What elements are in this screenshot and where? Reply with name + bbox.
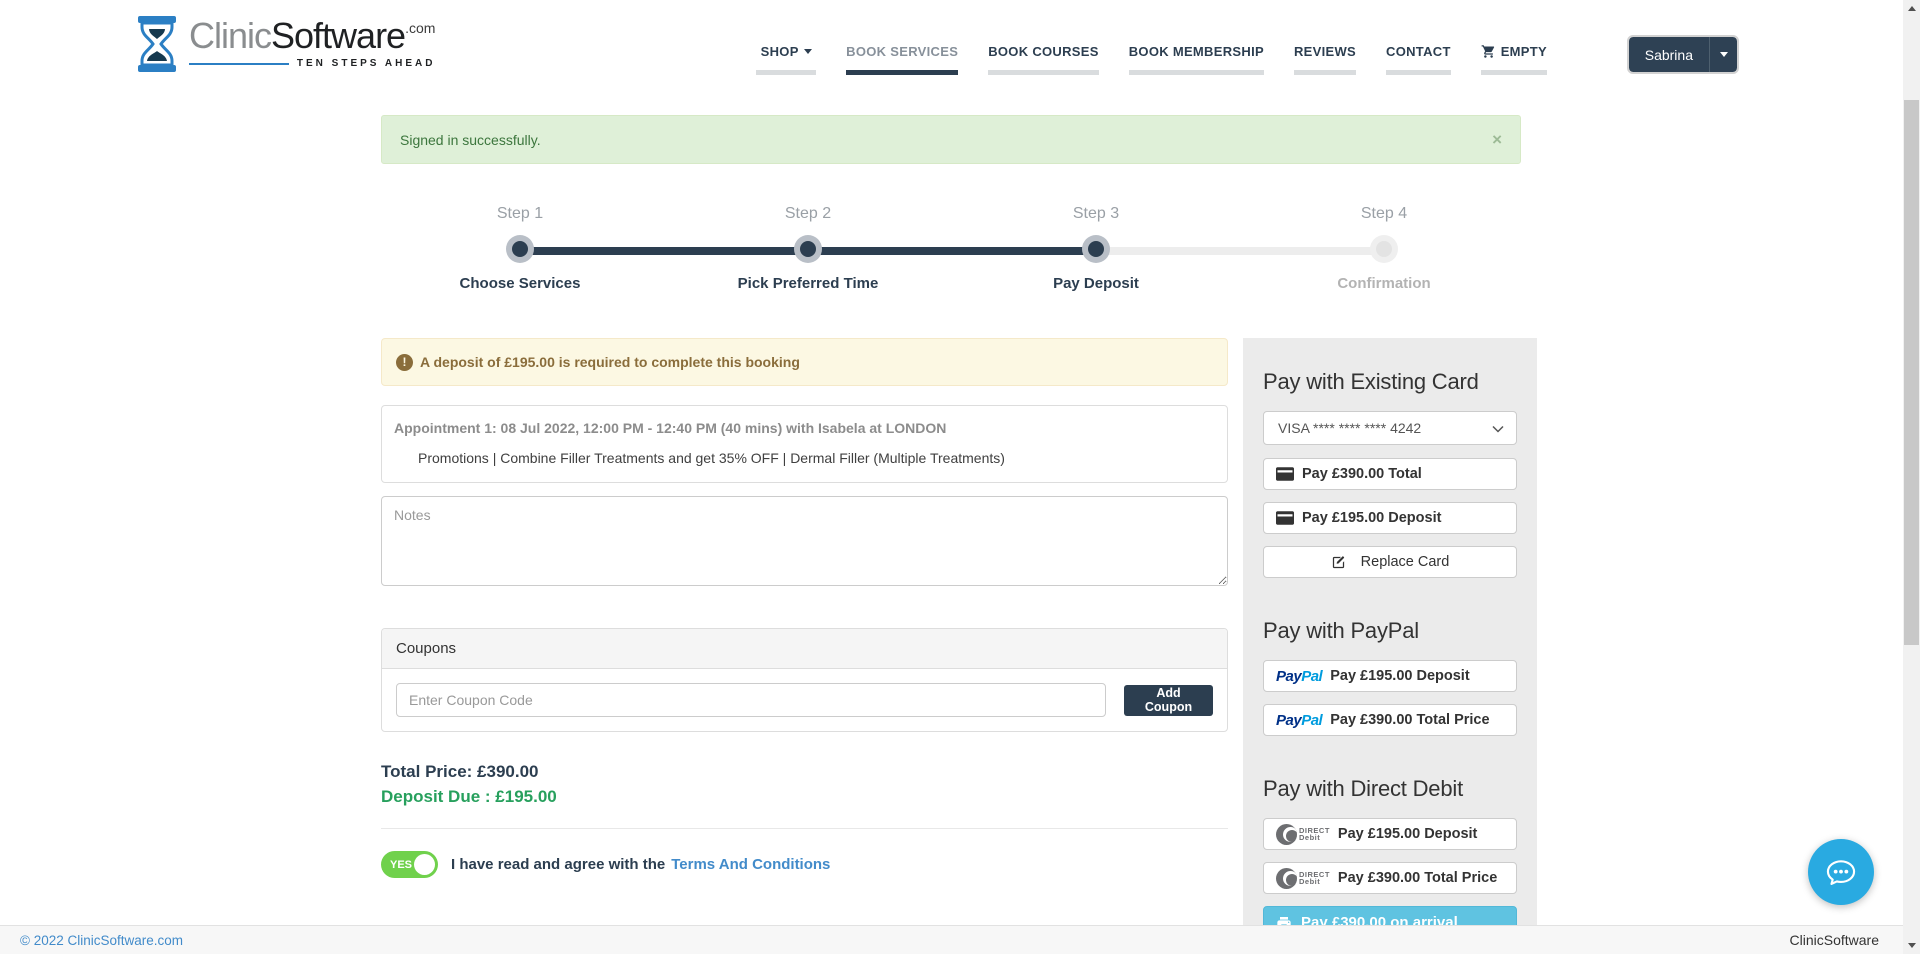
terms-toggle[interactable]: YES [381,851,438,878]
scroll-down-arrow[interactable] [1903,937,1920,954]
paypal-icon: PayPal [1276,712,1322,729]
direct-debit-title: Pay with Direct Debit [1263,776,1517,802]
main-nav: SHOP BOOK SERVICES BOOK COURSES BOOK MEM… [756,44,1547,75]
cart-icon [1481,44,1496,59]
payment-sidebar: Pay with Existing Card VISA **** **** **… [1243,338,1537,925]
step-dot [800,241,816,257]
nav-item-book-services[interactable]: BOOK SERVICES [846,44,958,75]
chat-icon [1822,853,1860,891]
footer-copyright-link[interactable]: © 2022 ClinicSoftware.com [20,933,183,948]
alert-message: Signed in successfully. [400,132,541,148]
page-scrollbar [1903,0,1920,954]
appointment-title: Appointment 1: 08 Jul 2022, 12:00 PM - 1… [394,420,1215,436]
nav-item-shop[interactable]: SHOP [756,44,816,75]
pay-on-arrival-button[interactable]: Pay £390.00 on arrival [1263,906,1517,925]
scroll-up-arrow[interactable] [1903,0,1920,17]
nav-underline [988,70,1099,75]
edit-icon [1331,555,1346,570]
replace-card-button[interactable]: Replace Card [1263,546,1517,578]
direct-debit-total-button[interactable]: DIRECTDebit Pay £390.00 Total Price [1263,862,1517,894]
nav-item-contact[interactable]: CONTACT [1386,44,1451,75]
nav-underline [1386,70,1451,75]
pay-deposit-card-button[interactable]: Pay £195.00 Deposit [1263,502,1517,534]
nav-item-book-courses[interactable]: BOOK COURSES [988,44,1099,75]
terms-text: I have read and agree with the [451,856,665,873]
nav-item-book-membership[interactable]: BOOK MEMBERSHIP [1129,44,1264,75]
appointment-detail: Promotions | Combine Filler Treatments a… [418,450,1215,466]
step-dot [1376,241,1392,257]
coupons-title: Coupons [382,629,1227,669]
booking-main: ! A deposit of £195.00 is required to co… [381,338,1228,878]
user-name-button[interactable]: Sabrina [1629,37,1709,72]
credit-card-icon [1276,511,1294,525]
existing-card-title: Pay with Existing Card [1263,369,1517,395]
paypal-icon: PayPal [1276,668,1322,685]
clinicsoftware-logo[interactable]: ClinicSoftware.com TEN STEPS AHEAD [135,16,435,77]
logo-tld: .com [405,20,435,36]
step-2: Step 2 Pick Preferred Time [664,205,952,305]
deposit-due: Deposit Due : £195.00 [381,787,1228,807]
pay-total-card-button[interactable]: Pay £390.00 Total [1263,458,1517,490]
nav-underline [1129,70,1264,75]
chevron-down-icon [804,49,812,54]
coupon-code-input[interactable] [396,683,1106,717]
nav-item-reviews[interactable]: REVIEWS [1294,44,1356,75]
step-1: Step 1 Choose Services [376,205,664,305]
appointment-summary: Appointment 1: 08 Jul 2022, 12:00 PM - 1… [381,405,1228,483]
notes-input[interactable] [381,496,1228,586]
paypal-total-button[interactable]: PayPal Pay £390.00 Total Price [1263,704,1517,736]
direct-debit-deposit-button[interactable]: DIRECTDebit Pay £195.00 Deposit [1263,818,1517,850]
chevron-down-icon [1492,420,1504,436]
deposit-warning: ! A deposit of £195.00 is required to co… [381,338,1228,386]
credit-card-icon [1276,467,1294,481]
step-3: Step 3 Pay Deposit [952,205,1240,305]
divider [381,828,1228,829]
direct-debit-icon: DIRECTDebit [1276,868,1330,889]
header: ClinicSoftware.com TEN STEPS AHEAD SHOP … [0,0,1903,113]
paypal-deposit-button[interactable]: PayPal Pay £195.00 Deposit [1263,660,1517,692]
chat-widget-button[interactable] [1808,839,1874,905]
paypal-title: Pay with PayPal [1263,618,1517,644]
logo-tagline: TEN STEPS AHEAD [297,58,436,69]
step-dot [1088,241,1104,257]
nav-item-cart-empty[interactable]: EMPTY [1481,44,1547,75]
chevron-down-icon [1720,52,1728,57]
footer-brand: ClinicSoftware [1790,932,1879,948]
terms-row: YES I have read and agree with the Terms… [381,851,1228,878]
card-select[interactable]: VISA **** **** **** 4242 [1263,411,1517,445]
add-coupon-button[interactable]: Add Coupon [1124,685,1213,716]
step-4: Step 4 Confirmation [1240,205,1528,305]
progress-steps: Step 1 Choose Services Step 2 Pick Prefe… [376,205,1528,305]
footer: © 2022 ClinicSoftware.com ClinicSoftware [0,925,1903,954]
user-menu-button: Sabrina [1629,37,1737,72]
warning-icon: ! [396,354,413,371]
logo-wordmark: ClinicSoftware.com [189,16,435,56]
step-dot [512,241,528,257]
nav-underline [846,70,958,75]
toggle-knob [414,854,435,875]
success-alert: Signed in successfully. × [381,115,1521,164]
close-icon[interactable]: × [1492,131,1502,148]
direct-debit-icon: DIRECTDebit [1276,824,1330,845]
nav-underline [1294,70,1356,75]
total-price: Total Price: £390.00 [381,762,1228,782]
hourglass-logo-icon [135,16,179,77]
printer-icon [1276,915,1292,926]
logo-rule [189,63,289,65]
deposit-warning-text: A deposit of £195.00 is required to comp… [420,354,800,370]
nav-underline [756,70,816,75]
scrollbar-thumb[interactable] [1904,100,1919,645]
nav-underline [1481,70,1547,75]
coupons-panel: Coupons Add Coupon [381,628,1228,732]
terms-and-conditions-link[interactable]: Terms And Conditions [671,856,830,873]
user-menu-caret[interactable] [1709,37,1737,72]
